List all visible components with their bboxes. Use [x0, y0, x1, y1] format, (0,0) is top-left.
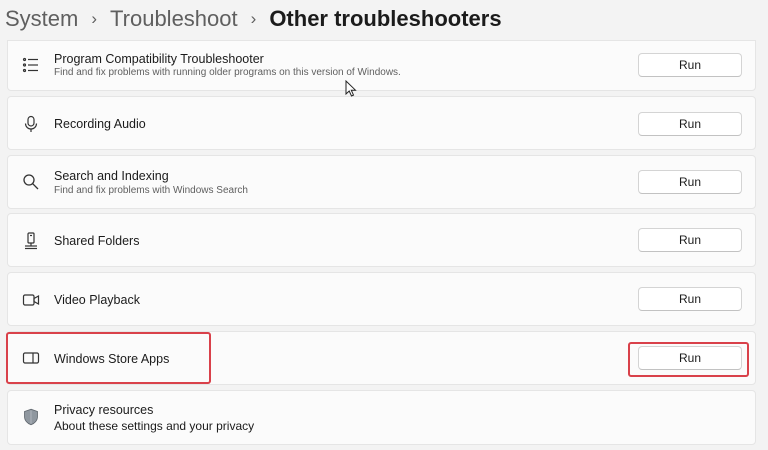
- troubleshooter-title: Windows Store Apps: [54, 352, 170, 366]
- troubleshooter-shared-folders: Shared Folders Run: [7, 213, 756, 267]
- privacy-link[interactable]: About these settings and your privacy: [54, 419, 254, 433]
- troubleshooter-title: Shared Folders: [54, 234, 140, 248]
- troubleshooter-description: Find and fix problems with running older…: [54, 67, 401, 78]
- troubleshooter-title: Video Playback: [54, 293, 140, 307]
- search-icon: [22, 173, 40, 191]
- run-button[interactable]: Run: [638, 228, 742, 252]
- shared-folder-icon: [22, 232, 40, 250]
- troubleshooter-recording-audio: Recording Audio Run: [7, 96, 756, 150]
- breadcrumb-troubleshoot[interactable]: Troubleshoot: [110, 6, 238, 32]
- troubleshooter-video-playback: Video Playback Run: [7, 272, 756, 326]
- store-apps-icon: [22, 349, 40, 367]
- shield-icon: [22, 408, 40, 426]
- troubleshooter-program-compatibility: Program Compatibility Troubleshooter Fin…: [7, 40, 756, 91]
- page-title: Other troubleshooters: [269, 6, 502, 31]
- list-icon: [22, 56, 40, 74]
- troubleshooter-windows-store-apps: Windows Store Apps Run: [7, 331, 756, 385]
- run-button[interactable]: Run: [638, 287, 742, 311]
- breadcrumb-system[interactable]: System: [5, 6, 78, 32]
- breadcrumb-separator: ›: [91, 9, 98, 28]
- breadcrumb: System › Troubleshoot › Other troublesho…: [5, 3, 502, 35]
- troubleshooter-description: Find and fix problems with Windows Searc…: [54, 185, 248, 196]
- troubleshooter-title: Program Compatibility Troubleshooter: [54, 52, 264, 66]
- troubleshooter-title: Recording Audio: [54, 117, 146, 131]
- troubleshooter-title: Search and Indexing: [54, 169, 169, 183]
- breadcrumb-separator: ›: [250, 9, 257, 28]
- privacy-title: Privacy resources: [54, 403, 154, 417]
- cursor-icon: [345, 80, 357, 97]
- run-button[interactable]: Run: [638, 53, 742, 77]
- microphone-icon: [22, 115, 40, 133]
- run-button[interactable]: Run: [638, 346, 742, 370]
- video-camera-icon: [22, 291, 40, 309]
- run-button[interactable]: Run: [638, 112, 742, 136]
- privacy-resources: Privacy resources About these settings a…: [7, 390, 756, 445]
- troubleshooter-search-indexing: Search and Indexing Find and fix problem…: [7, 155, 756, 209]
- run-button[interactable]: Run: [638, 170, 742, 194]
